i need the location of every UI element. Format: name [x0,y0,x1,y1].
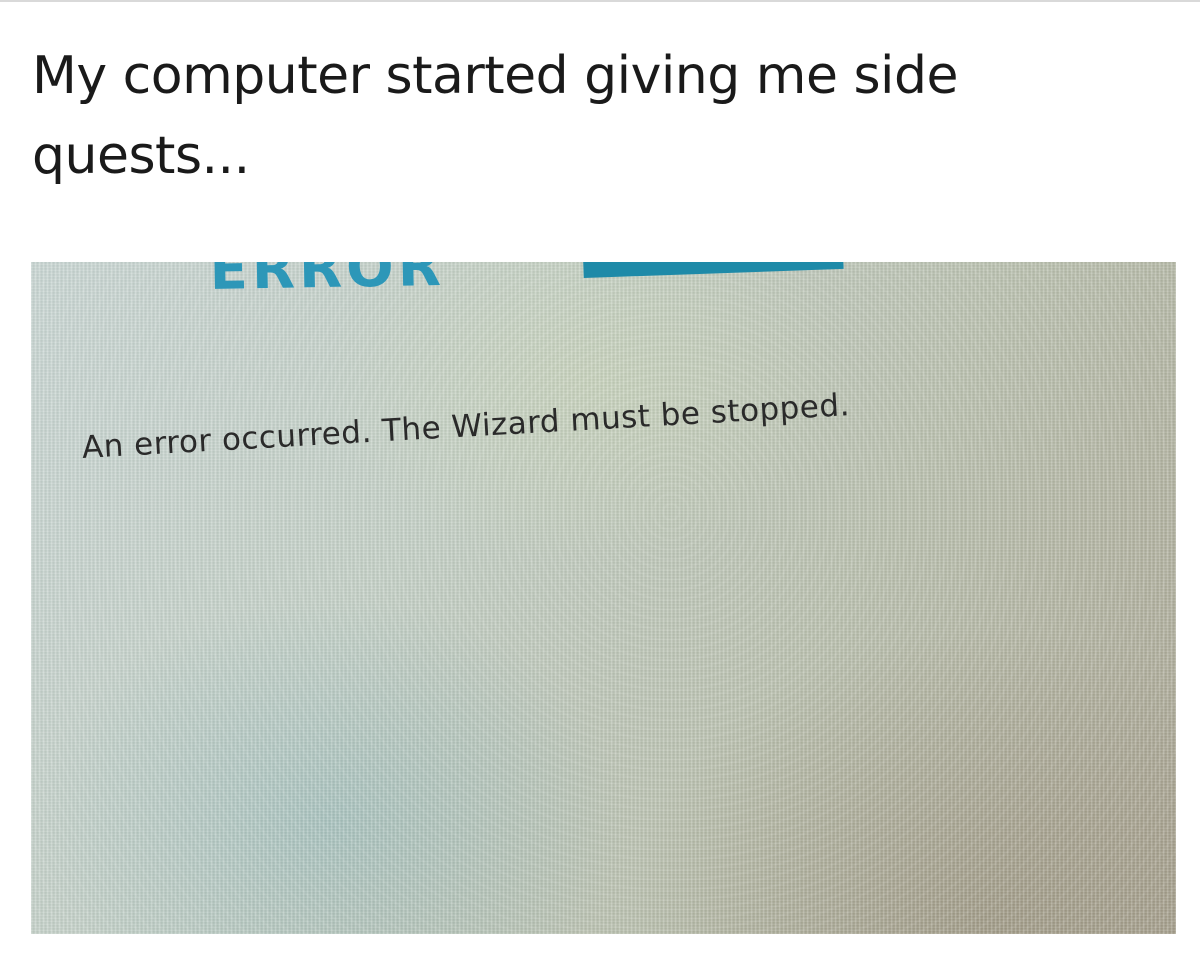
post-caption: My computer started giving me side quest… [32,46,959,186]
screen-photo: ERROR An error occurred. The Wizard must… [31,262,1176,934]
moire-pattern [31,262,1176,934]
top-divider [0,0,1200,2]
error-heading: ERROR [209,262,446,303]
